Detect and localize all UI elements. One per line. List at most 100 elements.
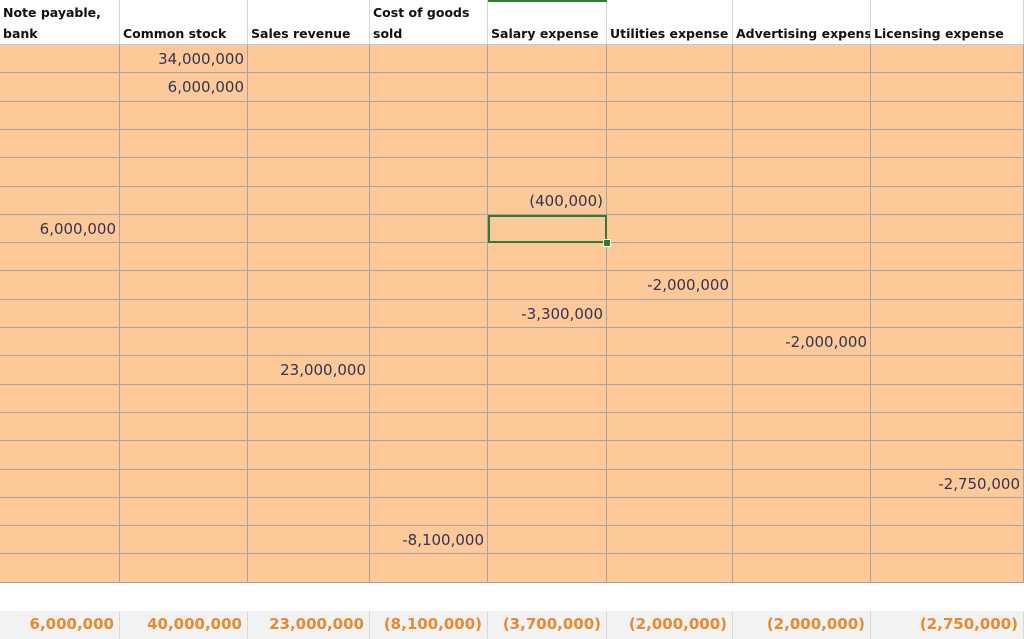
grid-cell[interactable] xyxy=(607,498,733,526)
grid-cell[interactable]: (400,000) xyxy=(488,187,607,215)
grid-cell[interactable] xyxy=(0,498,120,526)
grid-cell[interactable] xyxy=(248,554,370,583)
grid-cell[interactable] xyxy=(733,526,871,554)
selected-cell[interactable] xyxy=(488,215,607,243)
grid-cell[interactable] xyxy=(488,328,607,356)
grid-cell[interactable] xyxy=(871,300,1024,328)
grid-cell[interactable] xyxy=(488,158,607,187)
grid-cell[interactable] xyxy=(120,215,248,243)
column-header[interactable]: Salary expense xyxy=(488,0,607,45)
total-cell[interactable]: (2,000,000) xyxy=(607,611,733,639)
grid-cell[interactable] xyxy=(248,328,370,356)
total-cell[interactable]: (2,000,000) xyxy=(733,611,871,639)
grid-cell[interactable] xyxy=(370,102,488,130)
grid-cell[interactable] xyxy=(120,385,248,413)
grid-cell[interactable] xyxy=(488,356,607,385)
grid-cell[interactable] xyxy=(733,102,871,130)
grid-cell[interactable] xyxy=(0,554,120,583)
total-cell[interactable]: 40,000,000 xyxy=(120,611,248,639)
grid-cell[interactable] xyxy=(120,158,248,187)
grid-cell[interactable] xyxy=(248,413,370,441)
grid-cell[interactable] xyxy=(248,45,370,73)
grid-cell[interactable] xyxy=(120,328,248,356)
grid-cell[interactable] xyxy=(871,243,1024,271)
grid-cell[interactable] xyxy=(733,413,871,441)
grid-cell[interactable] xyxy=(871,356,1024,385)
grid-cell[interactable] xyxy=(0,45,120,73)
grid-cell[interactable] xyxy=(248,158,370,187)
grid-cell[interactable] xyxy=(370,328,488,356)
column-header[interactable]: Note payable, bank xyxy=(0,0,120,45)
grid-cell[interactable] xyxy=(120,187,248,215)
grid-cell[interactable] xyxy=(0,73,120,102)
grid-cell[interactable] xyxy=(0,470,120,498)
grid-cell[interactable] xyxy=(370,73,488,102)
grid-cell[interactable] xyxy=(0,102,120,130)
grid-cell[interactable] xyxy=(248,441,370,470)
grid-cell[interactable] xyxy=(871,271,1024,300)
grid-cell[interactable] xyxy=(248,73,370,102)
grid-cell[interactable] xyxy=(733,45,871,73)
grid-cell[interactable] xyxy=(120,130,248,158)
total-cell[interactable]: (2,750,000) xyxy=(871,611,1024,639)
grid-cell[interactable] xyxy=(871,187,1024,215)
grid-cell[interactable] xyxy=(733,187,871,215)
grid-cell[interactable] xyxy=(488,271,607,300)
grid-cell[interactable]: 6,000,000 xyxy=(0,215,120,243)
column-header[interactable]: Advertising expense xyxy=(733,0,871,45)
grid-cell[interactable] xyxy=(733,498,871,526)
grid-cell[interactable] xyxy=(488,441,607,470)
grid-cell[interactable] xyxy=(248,187,370,215)
grid-cell[interactable] xyxy=(607,187,733,215)
grid-cell[interactable] xyxy=(733,130,871,158)
grid-cell[interactable] xyxy=(370,187,488,215)
grid-cell[interactable]: -8,100,000 xyxy=(370,526,488,554)
grid-cell[interactable] xyxy=(0,526,120,554)
grid-cell[interactable]: 34,000,000 xyxy=(120,45,248,73)
grid-cell[interactable] xyxy=(120,470,248,498)
grid-cell[interactable] xyxy=(0,328,120,356)
grid-cell[interactable] xyxy=(871,102,1024,130)
grid-cell[interactable] xyxy=(871,215,1024,243)
fill-handle[interactable] xyxy=(603,239,611,247)
grid-cell[interactable] xyxy=(0,243,120,271)
grid-cell[interactable] xyxy=(248,300,370,328)
grid-cell[interactable] xyxy=(733,271,871,300)
grid-cell[interactable] xyxy=(607,45,733,73)
grid-cell[interactable] xyxy=(248,102,370,130)
grid-cell[interactable] xyxy=(733,441,871,470)
grid-cell[interactable] xyxy=(248,526,370,554)
column-header[interactable]: Licensing expense xyxy=(871,0,1024,45)
grid-cell[interactable]: 6,000,000 xyxy=(120,73,248,102)
grid-cell[interactable] xyxy=(607,130,733,158)
grid-cell[interactable] xyxy=(120,554,248,583)
grid-cell[interactable] xyxy=(0,385,120,413)
grid-cell[interactable] xyxy=(607,441,733,470)
grid-cell[interactable] xyxy=(370,441,488,470)
total-cell[interactable]: (3,700,000) xyxy=(488,611,607,639)
grid-cell[interactable] xyxy=(120,413,248,441)
grid-cell[interactable] xyxy=(871,554,1024,583)
grid-cell[interactable] xyxy=(120,102,248,130)
grid-cell[interactable] xyxy=(871,158,1024,187)
grid-cell[interactable]: -2,000,000 xyxy=(607,271,733,300)
grid-cell[interactable] xyxy=(607,385,733,413)
grid-cell[interactable] xyxy=(488,526,607,554)
grid-cell[interactable] xyxy=(370,356,488,385)
grid-cell[interactable] xyxy=(607,158,733,187)
grid-cell[interactable] xyxy=(248,385,370,413)
grid-cell[interactable]: 23,000,000 xyxy=(248,356,370,385)
grid-cell[interactable] xyxy=(370,243,488,271)
grid-cell[interactable] xyxy=(0,441,120,470)
grid-cell[interactable] xyxy=(248,215,370,243)
total-cell[interactable]: 6,000,000 xyxy=(0,611,120,639)
grid-cell[interactable]: -3,300,000 xyxy=(488,300,607,328)
column-header[interactable]: Cost of goods sold xyxy=(370,0,488,45)
grid-cell[interactable] xyxy=(607,554,733,583)
grid-cell[interactable] xyxy=(370,413,488,441)
grid-cell[interactable] xyxy=(0,300,120,328)
grid-cell[interactable] xyxy=(607,413,733,441)
grid-cell[interactable] xyxy=(871,385,1024,413)
total-cell[interactable]: 23,000,000 xyxy=(248,611,370,639)
grid-cell[interactable] xyxy=(488,554,607,583)
